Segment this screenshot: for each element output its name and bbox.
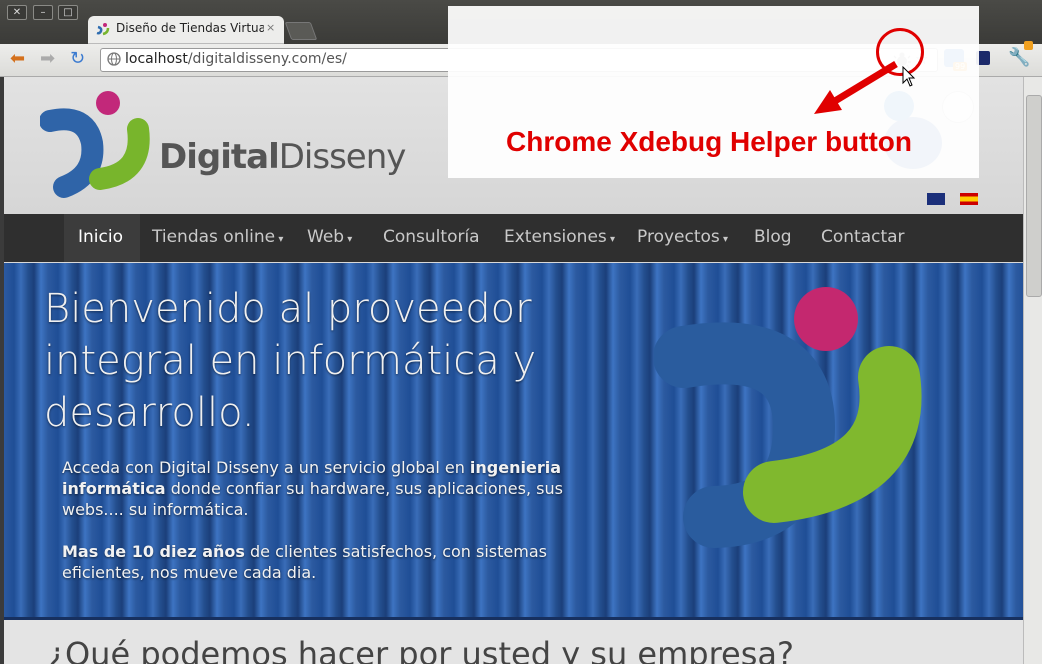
window-close-button[interactable]: ✕: [7, 5, 27, 20]
hero-p2-a: Mas de 10 diez años: [62, 542, 245, 561]
site-logo-icon: [40, 91, 150, 198]
nav-label: Web: [307, 227, 345, 247]
chevron-down-icon: ▾: [275, 234, 284, 245]
brand-bold: Digital: [159, 137, 280, 177]
window-minimize-button[interactable]: –: [33, 5, 53, 20]
url-path: /digitaldisseny.com/es/: [187, 51, 347, 67]
nav-item-consultoria[interactable]: Consultoría: [383, 227, 480, 247]
chevron-down-icon: ▾: [606, 234, 615, 245]
hero-banner: Bienvenido al proveedor integral en info…: [4, 263, 1023, 620]
annotation-arrow-icon: [814, 61, 898, 114]
hero-logo-icon: [654, 287, 922, 548]
annotation-text: Chrome Xdebug Helper button: [506, 126, 912, 157]
nav-item-blog[interactable]: Blog: [754, 227, 792, 247]
nav-item-web[interactable]: Web ▾: [307, 227, 352, 247]
nav-item-proyectos[interactable]: Proyectos ▾: [637, 227, 728, 247]
url-host: localhost: [125, 51, 188, 67]
nav-item-contactar[interactable]: Contactar: [821, 227, 905, 247]
reload-icon[interactable]: ↻: [70, 49, 85, 69]
brand-light: Disseny: [278, 137, 407, 177]
hero-p1-a: Acceda con Digital Disseny a un servicio…: [62, 458, 470, 477]
flag-uk-icon[interactable]: [927, 193, 945, 205]
nav-label: Tiendas online: [152, 227, 276, 247]
forward-arrow-icon[interactable]: ➡: [40, 49, 55, 69]
page-scrollbar[interactable]: [1023, 77, 1042, 664]
services-section: ¿Qué podemos hacer por usted y su empres…: [4, 620, 1023, 664]
window-maximize-button[interactable]: □: [58, 5, 78, 20]
back-arrow-icon[interactable]: ⬅: [10, 49, 25, 69]
site-brand[interactable]: DigitalDisseny: [159, 137, 407, 177]
chevron-down-icon: ▾: [344, 234, 353, 245]
nav-item-inicio[interactable]: Inicio: [78, 227, 123, 247]
new-tab-button[interactable]: [284, 22, 318, 40]
wrench-menu-icon[interactable]: 🔧: [1008, 47, 1030, 68]
site-nav: Inicio Tiendas online ▾ Web ▾ Consultorí…: [4, 214, 1023, 262]
hero-paragraph-2: Mas de 10 diez años de clientes satisfec…: [62, 541, 572, 583]
hero-title: Bienvenido al proveedor integral en info…: [44, 286, 537, 436]
browser-tab[interactable]: Diseño de Tiendas Virtuales ×: [88, 16, 284, 44]
nav-item-extensiones[interactable]: Extensiones ▾: [504, 227, 615, 247]
chevron-down-icon: ▾: [719, 234, 728, 245]
scrollbar-thumb[interactable]: [1026, 95, 1042, 297]
site-favicon-icon: [96, 23, 110, 36]
tab-close-icon[interactable]: ×: [266, 21, 275, 34]
tab-title: Diseño de Tiendas Virtuales: [116, 21, 264, 35]
services-title: ¿Qué podemos hacer por usted y su empres…: [48, 635, 794, 664]
url-text: localhost/digitaldisseny.com/es/: [125, 51, 347, 67]
mouse-cursor-icon: [902, 66, 916, 87]
nav-item-tiendas-online[interactable]: Tiendas online ▾: [152, 227, 283, 247]
hero-paragraph-1: Acceda con Digital Disseny a un servicio…: [62, 457, 572, 520]
globe-icon: [107, 52, 121, 66]
nav-label: Extensiones: [504, 227, 607, 247]
flag-es-icon[interactable]: [960, 193, 978, 205]
update-notice-icon: [1024, 41, 1033, 50]
nav-label: Proyectos: [637, 227, 720, 247]
